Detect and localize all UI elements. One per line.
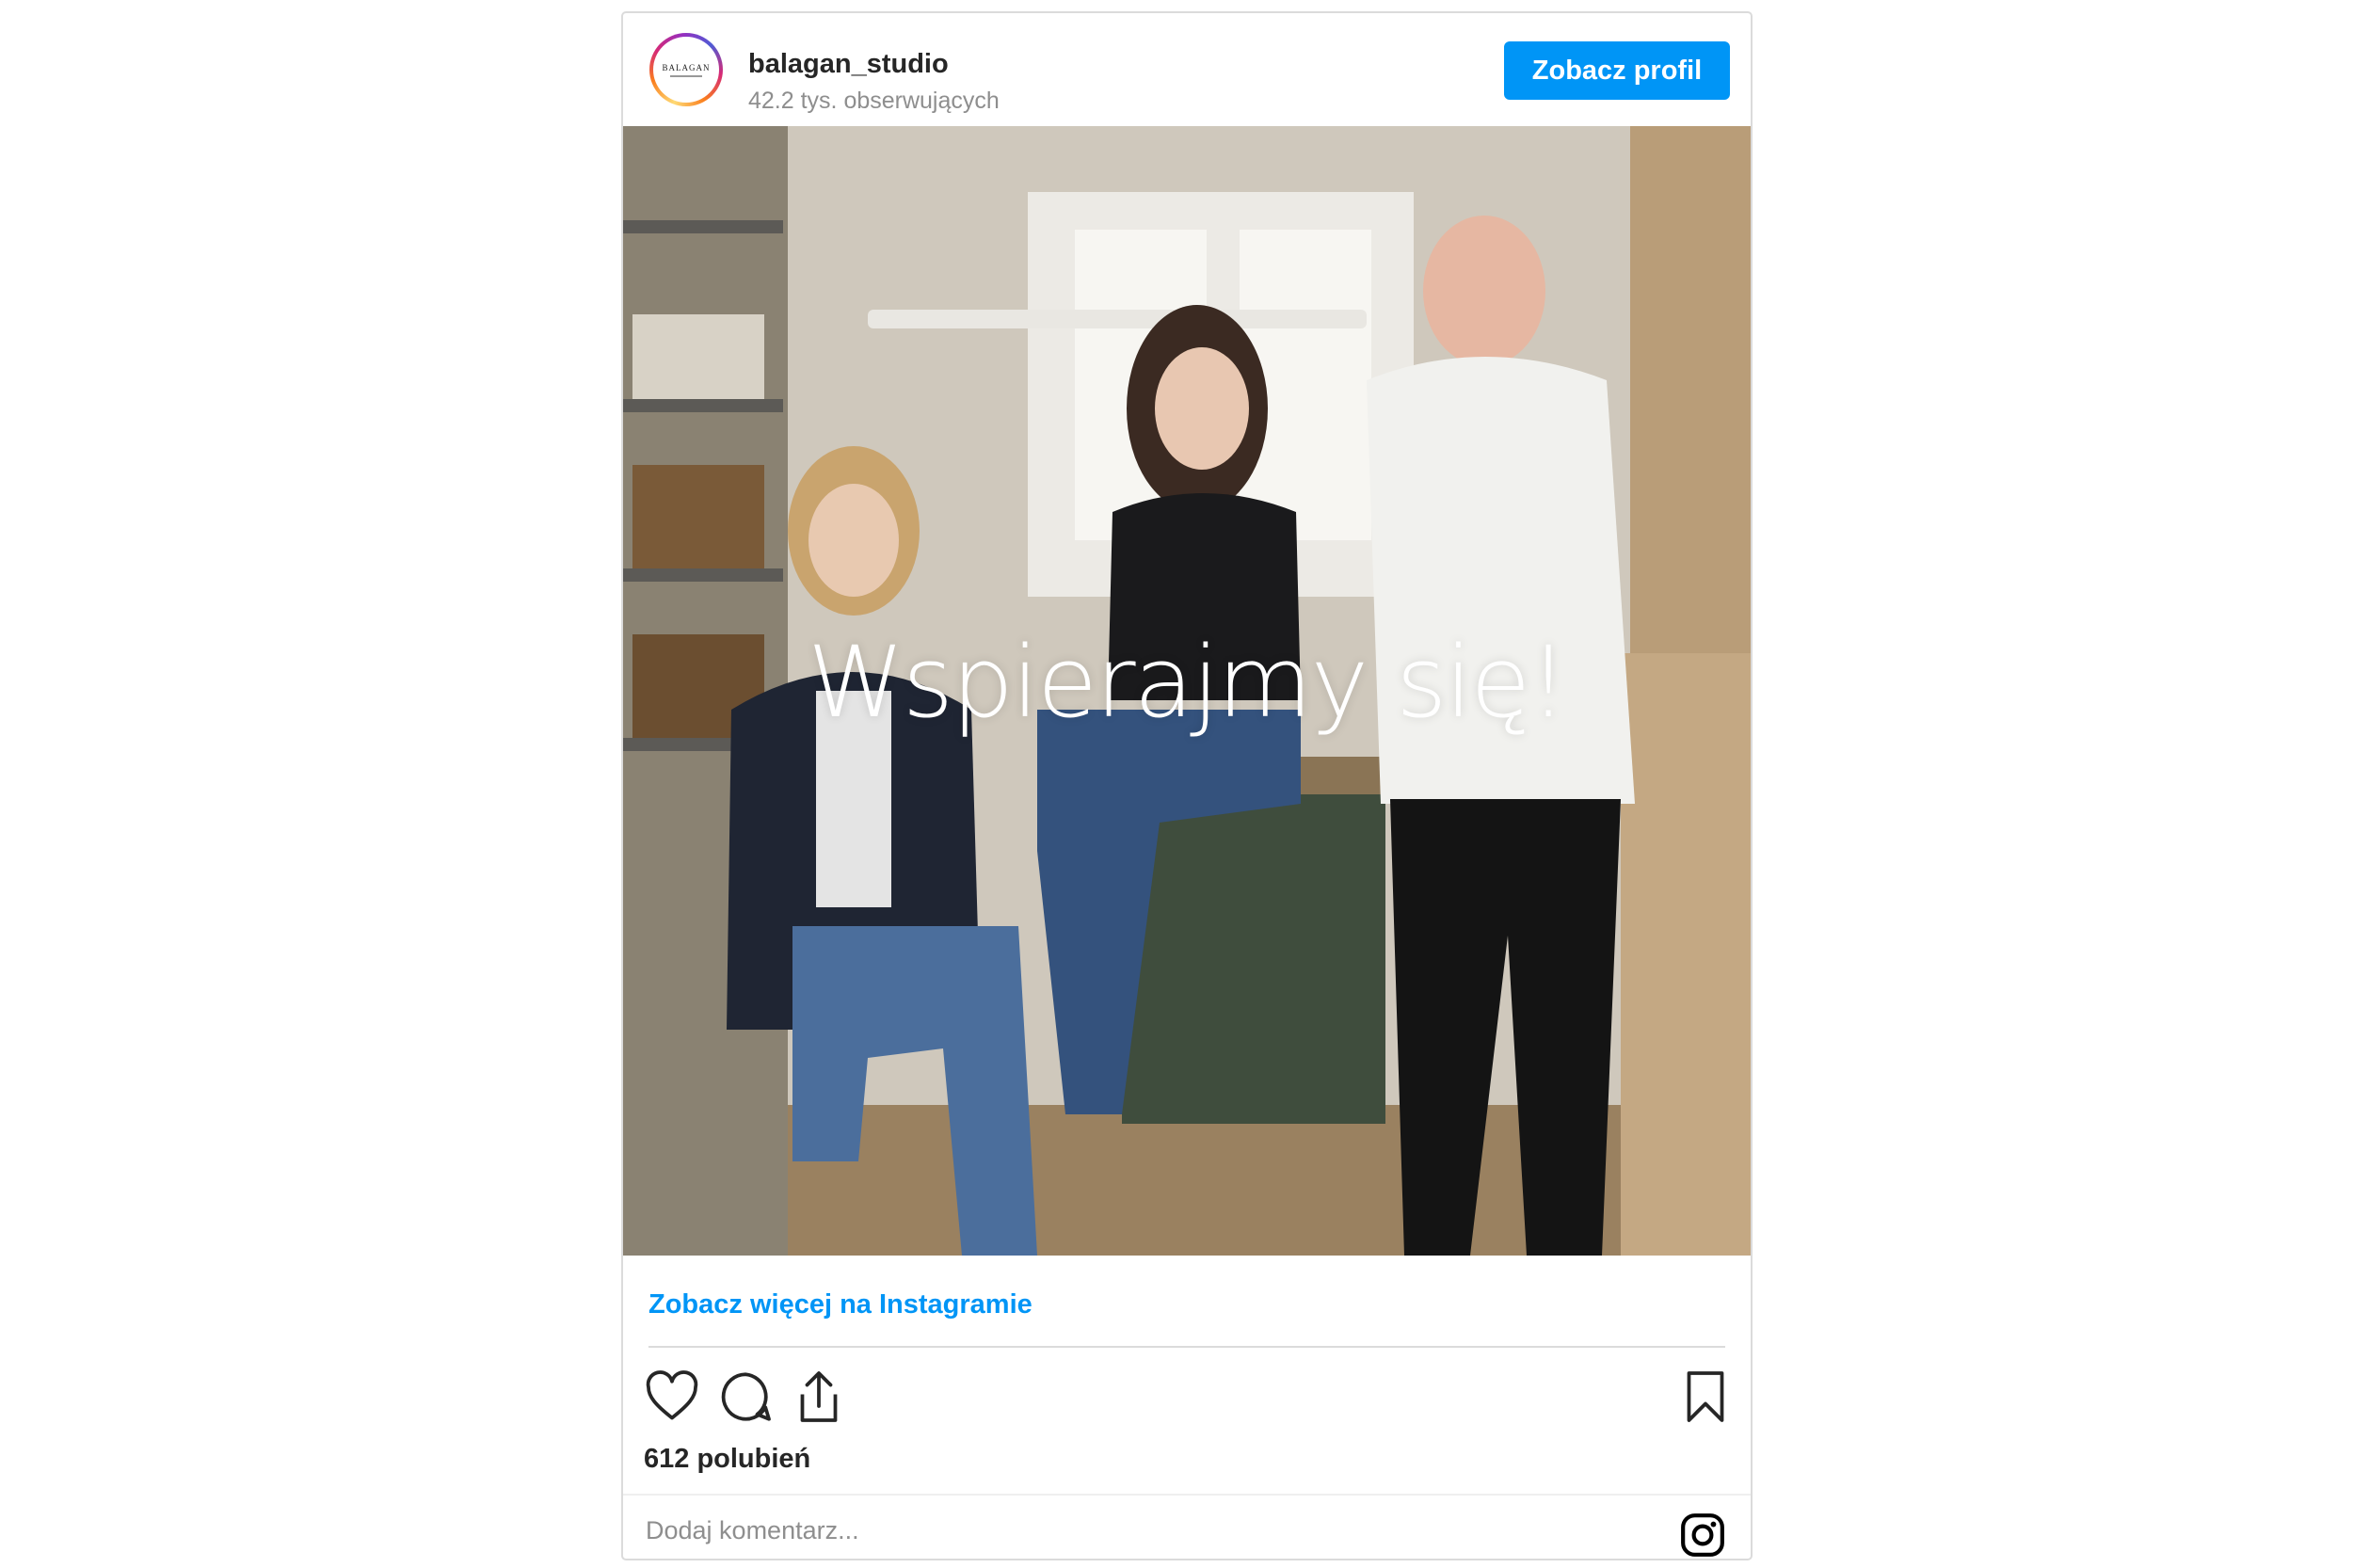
avatar-logo-line bbox=[670, 74, 702, 77]
follower-count: 42.2 tys. obserwujących bbox=[748, 88, 1000, 114]
username-link[interactable]: balagan_studio bbox=[748, 49, 949, 80]
image-overlay-text: Wspierajmy się! bbox=[808, 625, 1568, 740]
comment-icon[interactable] bbox=[717, 1368, 774, 1425]
heart-icon[interactable] bbox=[644, 1368, 700, 1425]
share-icon[interactable] bbox=[791, 1368, 847, 1425]
avatar-logo-text: BALAGAN bbox=[662, 62, 711, 72]
like-count: 612 polubień bbox=[644, 1444, 811, 1474]
see-more-link[interactable]: Zobacz więcej na Instagramie bbox=[648, 1289, 1032, 1320]
post-header: BALAGAN balagan_studio 42.2 tys. obserwu… bbox=[623, 13, 1751, 126]
comment-input[interactable] bbox=[644, 1515, 1495, 1546]
view-profile-button[interactable]: Zobacz profil bbox=[1504, 41, 1730, 100]
instagram-icon[interactable] bbox=[1679, 1512, 1726, 1559]
instagram-embed-card: BALAGAN balagan_studio 42.2 tys. obserwu… bbox=[621, 11, 1753, 1560]
avatar-image: BALAGAN bbox=[653, 37, 719, 103]
avatar[interactable]: BALAGAN bbox=[649, 33, 723, 106]
bookmark-icon[interactable] bbox=[1677, 1368, 1734, 1425]
divider bbox=[648, 1346, 1725, 1348]
divider bbox=[623, 1494, 1751, 1496]
post-image[interactable]: Wspierajmy się! bbox=[623, 126, 1751, 1256]
